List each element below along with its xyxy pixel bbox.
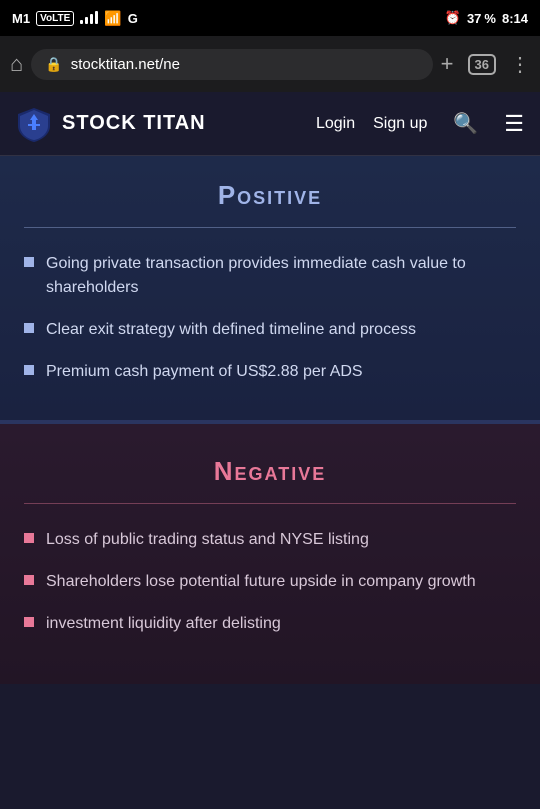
- list-item: Loss of public trading status and NYSE l…: [24, 528, 516, 552]
- url-text: stocktitan.net/ne: [71, 56, 419, 73]
- tab-count-badge[interactable]: 36: [468, 54, 496, 75]
- negative-bullet-3: investment liquidity after delisting: [46, 612, 281, 636]
- status-left: M1 VoLTE 📶 G: [12, 10, 138, 27]
- home-button[interactable]: ⌂: [10, 51, 23, 77]
- battery-indicator: 37%: [467, 11, 496, 26]
- signup-link[interactable]: Sign up: [373, 115, 427, 133]
- battery-unit: %: [484, 11, 496, 26]
- new-tab-button[interactable]: +: [441, 51, 454, 77]
- negative-bullet-list: Loss of public trading status and NYSE l…: [24, 528, 516, 636]
- list-item: Premium cash payment of US$2.88 per ADS: [24, 360, 516, 384]
- alarm-icon: ⏰: [445, 10, 461, 26]
- positive-bullet-1: Going private transaction provides immed…: [46, 252, 516, 300]
- positive-bullet-3: Premium cash payment of US$2.88 per ADS: [46, 360, 363, 384]
- browser-bar: ⌂ 🔒 stocktitan.net/ne + 36 ⋮: [0, 36, 540, 92]
- list-item: Clear exit strategy with defined timelin…: [24, 318, 516, 342]
- nav-bar: STOCK TITAN Login Sign up 🔍 ☰: [0, 92, 540, 156]
- positive-bullet-list: Going private transaction provides immed…: [24, 252, 516, 384]
- list-item: Shareholders lose potential future upsid…: [24, 570, 516, 594]
- browser-actions: + 36 ⋮: [441, 51, 530, 77]
- wifi-icon: 📶: [104, 10, 121, 27]
- bullet-square-icon: [24, 365, 34, 375]
- positive-title: Positive: [24, 180, 516, 211]
- positive-section: Positive Going private transaction provi…: [0, 156, 540, 424]
- list-item: investment liquidity after delisting: [24, 612, 516, 636]
- carrier-name: M1: [12, 11, 30, 26]
- bullet-square-neg-icon: [24, 533, 34, 543]
- nav-logo: STOCK TITAN: [16, 106, 316, 142]
- battery-percent: 37: [467, 11, 481, 26]
- logo-text: STOCK TITAN: [62, 112, 206, 135]
- status-right: ⏰ 37% 8:14: [445, 10, 528, 26]
- signal-icon: [80, 10, 98, 27]
- nav-links: Login Sign up 🔍 ☰: [316, 111, 524, 137]
- negative-section: Negative Loss of public trading status a…: [0, 424, 540, 684]
- menu-hamburger-icon[interactable]: ☰: [504, 111, 524, 137]
- list-item: Going private transaction provides immed…: [24, 252, 516, 300]
- data-g-icon: G: [128, 11, 138, 26]
- positive-divider: [24, 227, 516, 228]
- url-bar[interactable]: 🔒 stocktitan.net/ne: [31, 49, 432, 80]
- negative-title: Negative: [24, 456, 516, 487]
- bullet-square-neg-icon: [24, 617, 34, 627]
- negative-divider: [24, 503, 516, 504]
- browser-menu-button[interactable]: ⋮: [510, 52, 530, 77]
- positive-bullet-2: Clear exit strategy with defined timelin…: [46, 318, 416, 342]
- clock: 8:14: [502, 11, 528, 26]
- search-icon[interactable]: 🔍: [453, 111, 478, 136]
- bullet-square-icon: [24, 257, 34, 267]
- status-bar: M1 VoLTE 📶 G ⏰ 37% 8:14: [0, 0, 540, 36]
- logo-shield-icon: [16, 106, 52, 142]
- volte-badge: VoLTE: [36, 11, 74, 26]
- negative-bullet-1: Loss of public trading status and NYSE l…: [46, 528, 369, 552]
- bullet-square-neg-icon: [24, 575, 34, 585]
- main-content: Positive Going private transaction provi…: [0, 156, 540, 684]
- negative-bullet-2: Shareholders lose potential future upsid…: [46, 570, 476, 594]
- bullet-square-icon: [24, 323, 34, 333]
- url-security-icon: 🔒: [45, 56, 62, 73]
- login-link[interactable]: Login: [316, 115, 355, 133]
